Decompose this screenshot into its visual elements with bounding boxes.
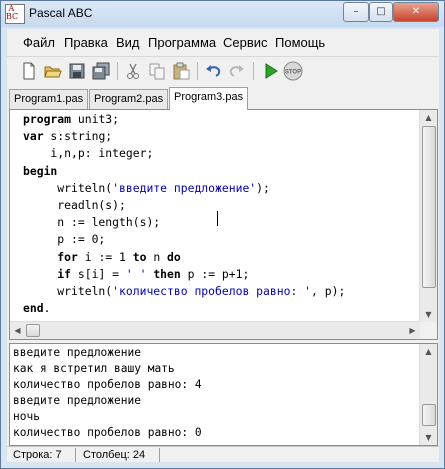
scroll-down-icon[interactable]: ▼ [421,307,436,322]
cut-icon[interactable] [123,61,143,81]
paste-icon[interactable] [171,61,191,81]
text-cursor [217,211,218,226]
toolbar-separator [117,62,118,80]
code-line: end. [23,301,51,316]
status-divider [159,448,160,462]
save-all-icon[interactable] [91,61,111,81]
output-line: количество пробелов равно: 0 [13,425,202,439]
close-button[interactable]: ✕ [393,2,439,22]
maximize-button[interactable]: □ [369,2,393,22]
code-line: program unit3; [23,112,120,126]
code-line: readln(s); [23,198,126,213]
output-line: введите предложение [13,393,141,407]
editor-scroll-thumb[interactable] [422,126,436,288]
scroll-up-icon[interactable]: ▲ [421,110,436,125]
output-line: количество пробелов равно: 4 [13,377,202,391]
tab-program1[interactable]: Program1.pas [9,89,89,109]
scroll-up-icon[interactable]: ▲ [421,344,436,359]
code-line: n := length(s); [23,215,161,230]
status-divider [75,448,76,462]
undo-icon[interactable] [203,61,223,81]
output-vertical-scrollbar[interactable]: ▲ ▼ [419,344,437,445]
redo-icon[interactable] [227,61,247,81]
status-bar: Строка: 7 Столбец: 24 [7,446,439,463]
menu-edit[interactable]: Правка [64,35,108,50]
client-area: Файл Правка Вид Программа Сервис Помощь [7,29,439,462]
status-column: Столбец: 24 [83,449,146,461]
code-line: writeln('количество пробелов равно: ', p… [23,284,346,299]
code-text[interactable]: program unit3; var s:string; i,n,p: integ… [23,111,345,317]
editor-vertical-scrollbar[interactable]: ▲ ▼ [419,110,437,322]
app-window: A BC Pascal ABC – □ ✕ Файл Правка Вид Про… [0,0,445,469]
status-row: Строка: 7 [13,449,62,461]
menu-help[interactable]: Помощь [275,35,325,50]
copy-icon[interactable] [147,61,167,81]
file-tabs: Program1.pas Program2.pas Program3.pas [7,87,439,110]
code-line: i,n,p: integer; [23,146,154,161]
title-bar[interactable]: A BC Pascal ABC – □ ✕ [1,1,444,27]
scroll-left-icon[interactable]: ◀ [10,323,25,338]
editor-horizontal-scrollbar[interactable]: ◀ ▶ [10,321,420,339]
editor-hscroll-thumb[interactable] [26,324,40,337]
output-scroll-thumb[interactable] [422,404,436,426]
code-line: if s[i] = ' ' then p := p+1; [57,266,250,281]
minimize-button[interactable]: – [343,2,369,22]
toolbar: STOP [7,56,439,85]
menu-bar: Файл Правка Вид Программа Сервис Помощь [7,31,439,53]
new-file-icon[interactable] [19,61,39,81]
code-line: begin [23,163,58,178]
menu-file[interactable]: Файл [23,35,55,50]
output-line: введите предложение [13,346,141,359]
pascal-app-icon: A BC [5,4,25,24]
code-line: writeln('введите предложение'); [23,180,270,195]
run-icon[interactable] [261,61,281,81]
scroll-corner [420,322,437,339]
open-folder-icon[interactable] [43,61,63,81]
toolbar-separator [197,62,198,80]
stop-icon[interactable]: STOP [283,61,303,81]
window-title: Pascal ABC [29,6,93,20]
scroll-down-icon[interactable]: ▼ [421,430,436,445]
toolbar-separator [253,62,254,80]
tab-program3[interactable]: Program3.pas [169,87,249,110]
code-line: for i := 1 to n do [57,249,181,264]
scroll-right-icon[interactable]: ▶ [405,323,420,338]
stop-label: STOP [285,70,301,76]
output-line: ночь [13,409,40,423]
menu-view[interactable]: Вид [116,35,140,50]
output-window[interactable]: введите предложение как я встретил вашу м… [9,343,438,446]
output-text: введите предложение как я встретил вашу м… [13,345,202,440]
tab-program2[interactable]: Program2.pas [89,89,169,109]
menu-program[interactable]: Программа [148,35,216,50]
output-line: как я встретил вашу мать [13,361,175,375]
code-editor[interactable]: program unit3; var s:string; i,n,p: integ… [9,109,438,340]
save-icon[interactable] [67,61,87,81]
menu-service[interactable]: Сервис [223,35,268,50]
code-line: p := 0; [23,232,106,247]
code-line: var s:string; [23,129,113,144]
